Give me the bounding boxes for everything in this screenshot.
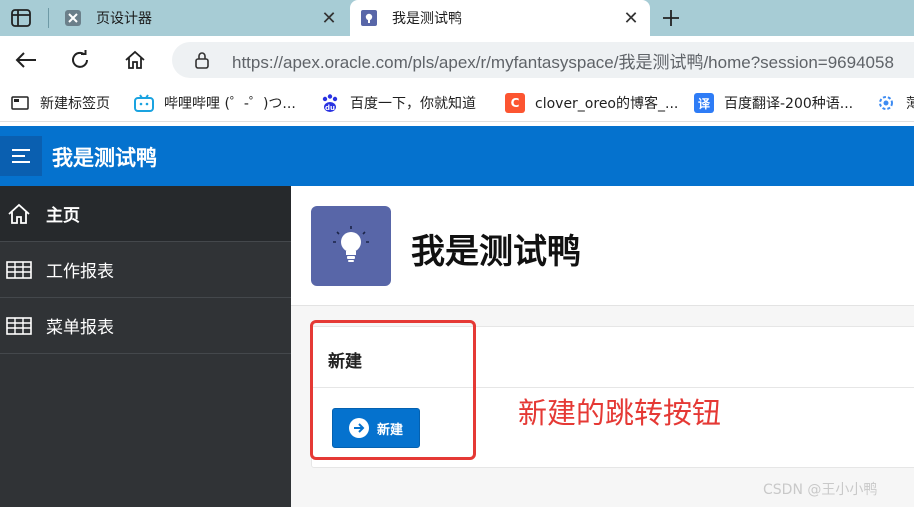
hero-region: 我是测试鸭 (291, 186, 914, 306)
baidu-icon: du (320, 93, 340, 113)
tab-title: 页设计器 (96, 11, 152, 27)
url-text: https://apex.oracle.com/pls/apex/r/myfan… (232, 52, 894, 72)
bookmark-label: 哔哩哔哩 (゜-゜)つ... (164, 96, 296, 112)
bookmark-item[interactable]: 译 百度翻译-200种语... (694, 92, 853, 114)
bookmarks-bar: 新建标签页 哔哩哔哩 (゜-゜)つ... du 百度一下，你就知道 C clov… (0, 84, 914, 122)
page-title: 我是测试鸭 (411, 232, 581, 272)
bookmark-item[interactable]: C clover_oreo的博客_... (505, 92, 678, 114)
back-icon[interactable] (12, 46, 40, 74)
baidu-translate-icon: 译 (694, 93, 714, 113)
tab-separator (48, 8, 49, 28)
sidebar-nav: 主页 工作报表 菜单报表 (0, 186, 291, 507)
table-icon (0, 260, 38, 279)
bookmark-label: 新建标签页 (40, 96, 110, 112)
bookmark-item[interactable]: du 百度一下，你就知道 (320, 92, 476, 114)
url-bar[interactable]: https://apex.oracle.com/pls/apex/r/myfan… (172, 42, 914, 78)
tab-apex-app[interactable]: 我是测试鸭 ✕ (350, 0, 650, 36)
address-bar-row: https://apex.oracle.com/pls/apex/r/myfan… (0, 36, 914, 84)
sidebar-item-menu-report[interactable]: 菜单报表 (0, 298, 291, 354)
sidebar-item-home[interactable]: 主页 (0, 186, 291, 242)
bookmark-item[interactable]: 哔哩哔哩 (゜-゜)つ... (134, 92, 296, 114)
bookmark-item[interactable]: 新建标签页 (10, 92, 110, 114)
new-tab-icon[interactable] (656, 4, 686, 32)
app-header: 我是测试鸭 (0, 126, 914, 186)
sidebar-item-label: 主页 (46, 206, 80, 226)
app-title[interactable]: 我是测试鸭 (52, 142, 157, 172)
apex-app-icon (360, 9, 378, 27)
bookmark-label: clover_oreo的博客_... (535, 96, 679, 112)
sidebar-item-work-report[interactable]: 工作报表 (0, 242, 291, 298)
tab-title: 我是测试鸭 (392, 11, 462, 27)
create-button[interactable]: 新建 (332, 408, 420, 448)
bookmark-label: 百度一下，你就知道 (350, 96, 476, 112)
region-title: 新建 (328, 352, 362, 372)
create-button-label: 新建 (376, 422, 403, 438)
tab-page-designer[interactable]: 页设计器 ✕ (54, 0, 348, 36)
lightbulb-icon (311, 206, 391, 286)
bilibili-icon (134, 93, 154, 113)
browser-tab-strip: 页设计器 ✕ 我是测试鸭 ✕ (0, 0, 914, 36)
page-designer-icon (64, 9, 82, 27)
home-icon (0, 203, 38, 225)
bookmark-label: 薄 (906, 96, 914, 112)
annotation-text: 新建的跳转按钮 (518, 396, 722, 430)
sidebar-item-label: 工作报表 (46, 262, 114, 282)
reload-icon[interactable] (66, 46, 94, 74)
bookmark-item[interactable]: 薄 (876, 92, 914, 114)
gear-icon (876, 93, 896, 113)
watermark: CSDN @王小小鸭 (763, 482, 878, 498)
menu-toggle-icon[interactable] (0, 136, 42, 176)
arrow-right-icon (348, 418, 369, 438)
bookmark-label: 百度翻译-200种语... (724, 96, 854, 112)
main-content: 我是测试鸭 新建 新建 (291, 186, 914, 507)
table-icon (0, 316, 38, 335)
home-icon[interactable] (121, 46, 149, 74)
bookmark-icon (10, 93, 30, 113)
lock-icon[interactable] (192, 51, 212, 69)
svg-text:du: du (325, 104, 335, 112)
tab-actions-icon[interactable] (6, 6, 36, 30)
close-tab-icon[interactable]: ✕ (316, 5, 342, 31)
region-divider (312, 387, 914, 388)
sidebar-item-label: 菜单报表 (46, 318, 114, 338)
csdn-icon: C (505, 93, 525, 113)
close-tab-icon[interactable]: ✕ (618, 5, 644, 31)
